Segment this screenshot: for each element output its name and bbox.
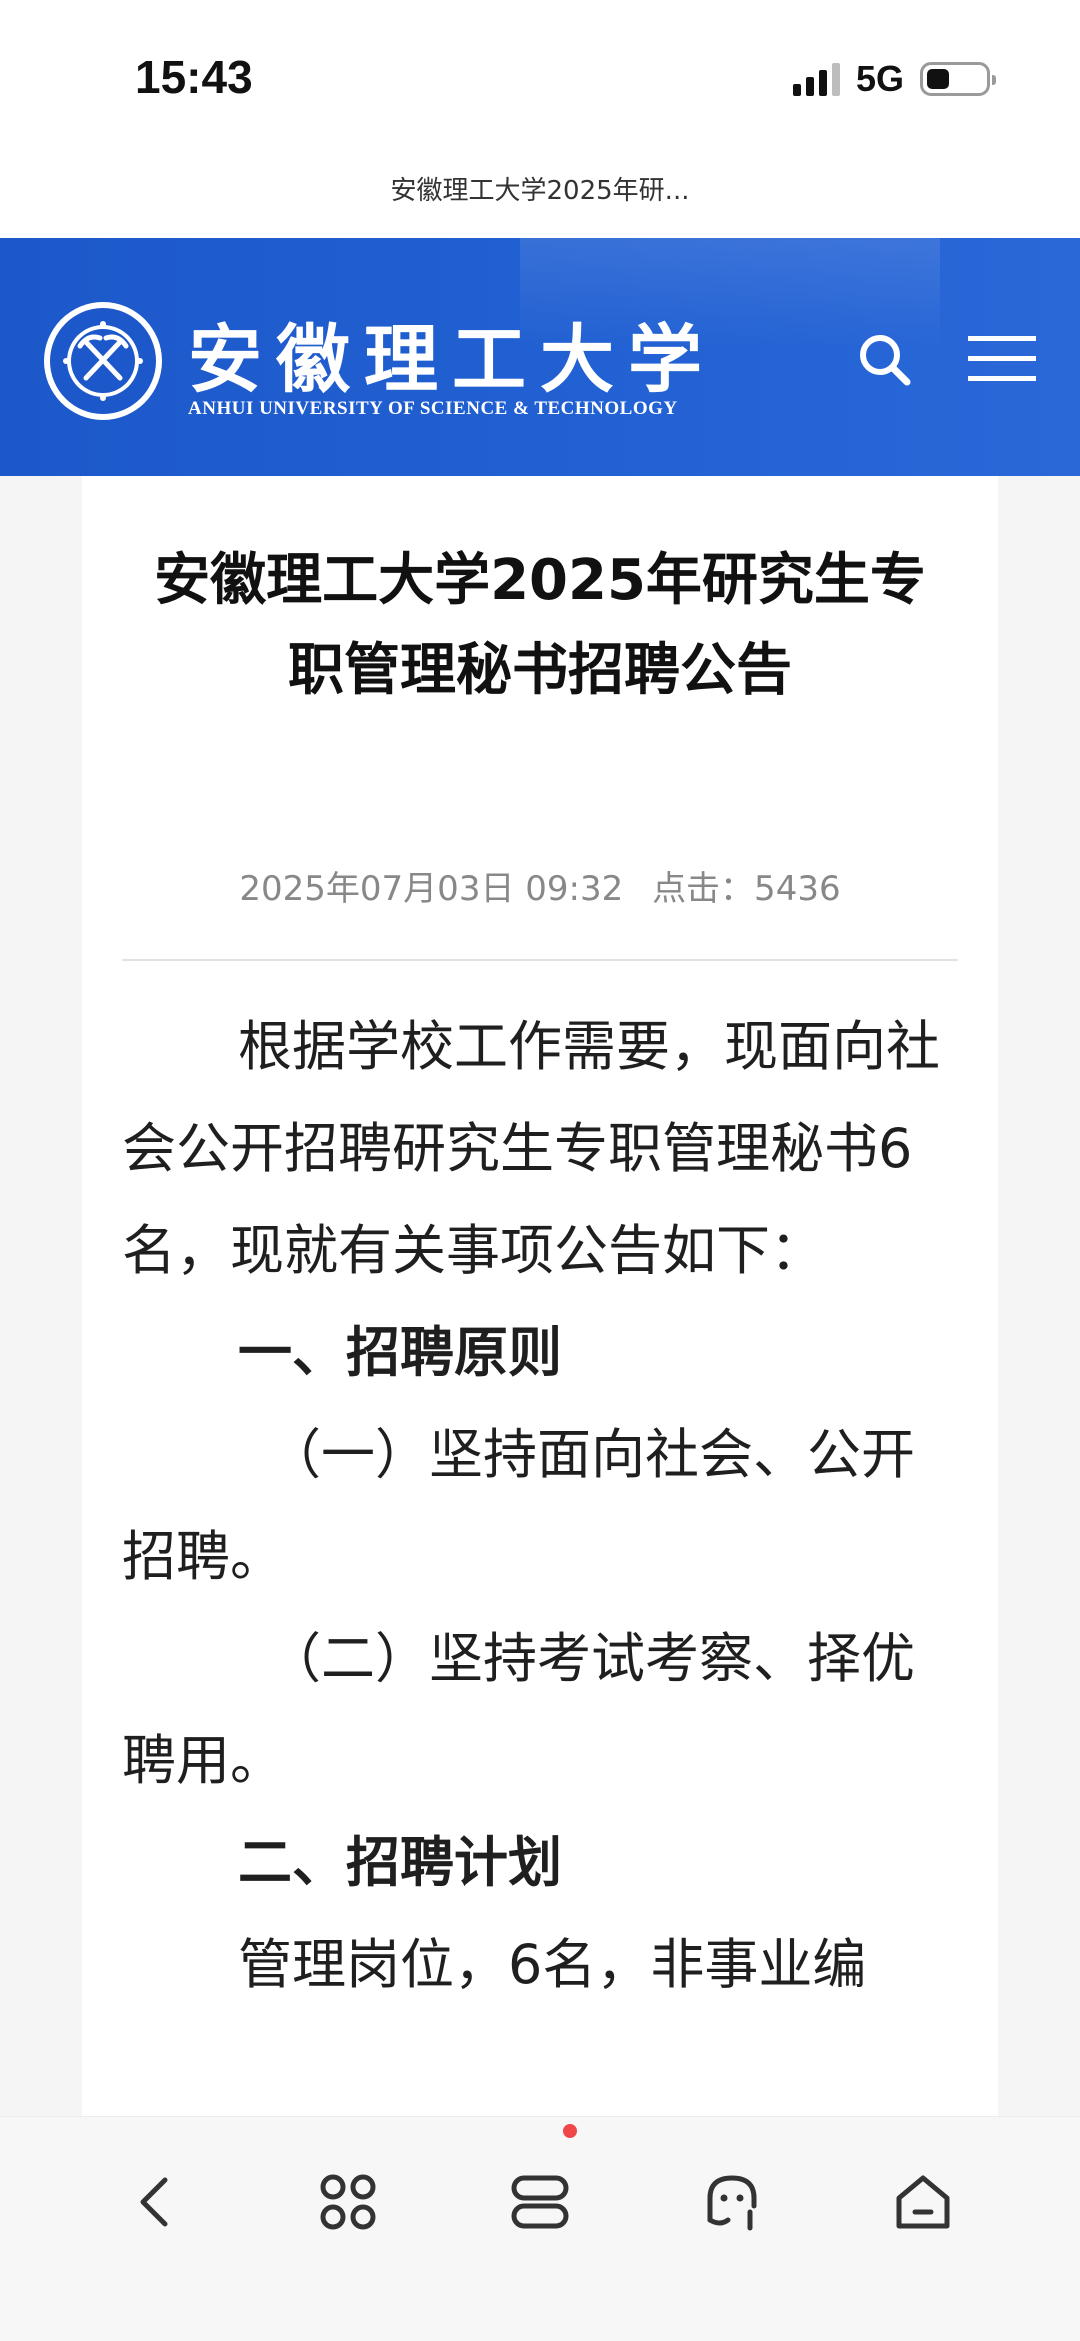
battery-icon <box>920 62 996 96</box>
network-label: 5G <box>855 58 904 99</box>
publish-date: 2025年07月03日 09:32 <box>239 869 624 909</box>
plan-paragraph: 管理岗位，6名，非事业编 <box>238 1933 867 1996</box>
search-icon[interactable] <box>855 330 915 390</box>
section-heading-principles: 一、招聘原则 <box>238 1321 562 1384</box>
university-emblem-icon[interactable] <box>42 300 164 422</box>
notification-dot <box>563 2124 577 2138</box>
article-title-line2: 职管理秘书招聘公告 <box>288 638 792 703</box>
university-name-cn[interactable]: 安徽理工大学 <box>188 300 716 407</box>
assistant-icon <box>707 2175 757 2231</box>
status-bar: 15:43 5G <box>0 0 1080 150</box>
browser-page-title: 安徽理工大学2025年研... <box>390 176 690 206</box>
menu-icon[interactable] <box>968 334 1036 384</box>
apps-icon <box>320 2174 376 2230</box>
signal-icon <box>792 62 840 96</box>
status-time: 15:43 <box>135 51 253 103</box>
tabs-icon <box>511 2175 569 2229</box>
home-button[interactable] <box>878 2157 968 2247</box>
back-button[interactable] <box>112 2157 202 2247</box>
divider <box>122 959 958 961</box>
bottom-navigation <box>0 2116 1080 2341</box>
tabs-button[interactable] <box>495 2157 585 2247</box>
article: 安徽理工大学2025年研究生专 职管理秘书招聘公告 2025年07月03日 09… <box>82 476 998 2116</box>
back-icon <box>140 2177 168 2227</box>
principle-2: （二）坚持考试考察、择优聘用。 <box>122 1627 915 1792</box>
click-count: 点击：5436 <box>652 869 841 909</box>
site-header: 安徽理工大学 ANHUI UNIVERSITY OF SCIENCE & TEC… <box>0 238 1080 476</box>
article-meta: 2025年07月03日 09:32 点击：5436 <box>122 861 958 910</box>
article-title-line1: 安徽理工大学2025年研究生专 <box>154 548 926 613</box>
article-title: 安徽理工大学2025年研究生专 职管理秘书招聘公告 <box>122 536 958 716</box>
principle-1: （一）坚持面向社会、公开招聘。 <box>122 1423 915 1588</box>
home-icon <box>896 2175 950 2229</box>
section-heading-plan: 二、招聘计划 <box>238 1831 562 1894</box>
intro-paragraph: 根据学校工作需要，现面向社会公开招聘研究生专职管理秘书6名，现就有关事项公告如下… <box>122 1015 940 1282</box>
status-indicators: 5G <box>792 58 996 100</box>
assistant-button[interactable] <box>687 2157 777 2247</box>
apps-button[interactable] <box>303 2157 393 2247</box>
article-body: 根据学校工作需要，现面向社会公开招聘研究生专职管理秘书6名，现就有关事项公告如下… <box>122 996 958 2016</box>
university-name-en: ANHUI UNIVERSITY OF SCIENCE & TECHNOLOGY <box>188 398 678 419</box>
